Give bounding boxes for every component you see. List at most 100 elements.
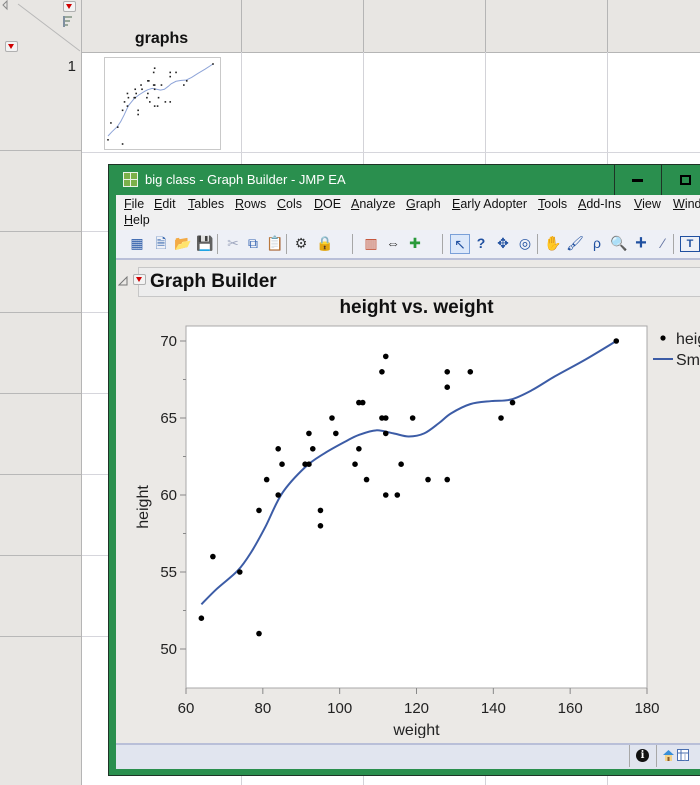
data-point[interactable] (363, 476, 370, 483)
minimize-button[interactable] (614, 165, 661, 195)
grid-line (363, 0, 364, 52)
data-filter-icon[interactable]: ⚙ (292, 234, 310, 252)
legend-label-smoother: Smoother (676, 352, 700, 369)
menu-edit[interactable]: Edit (154, 197, 176, 211)
data-point[interactable] (306, 430, 312, 437)
data-point[interactable] (398, 461, 404, 467)
cut-icon[interactable]: ✂ (224, 234, 242, 252)
data-table-icon[interactable] (677, 749, 690, 762)
data-point[interactable] (356, 446, 362, 452)
data-point[interactable] (467, 369, 474, 375)
crosshair-icon[interactable]: + (632, 233, 650, 253)
data-point[interactable] (379, 369, 385, 375)
magnifier-icon[interactable]: 🔍 (610, 234, 628, 252)
menu-file[interactable]: File (124, 197, 144, 211)
menu-tools[interactable]: Tools (538, 197, 567, 211)
data-point[interactable] (256, 630, 262, 637)
data-point[interactable] (409, 415, 416, 421)
column-switch-icon[interactable]: ⇔ (384, 234, 402, 252)
graph-builder-red-triangle[interactable] (133, 274, 146, 285)
grid-line (0, 555, 81, 556)
data-point[interactable] (382, 353, 389, 360)
home-icon[interactable] (662, 749, 675, 762)
menu-early-adopter[interactable]: Early Adopter (452, 197, 527, 211)
lock-icon[interactable]: 🔒 (316, 234, 334, 252)
annotate-icon[interactable]: T (680, 236, 700, 252)
arrow-tool-icon[interactable]: ↖ (450, 234, 470, 254)
data-point[interactable] (275, 446, 281, 452)
data-point[interactable] (333, 430, 339, 437)
columns-filter-icon[interactable] (63, 16, 72, 27)
menu-cols[interactable]: Cols (277, 197, 302, 211)
data-point[interactable] (359, 399, 366, 406)
row-number[interactable]: 1 (40, 58, 76, 75)
menu-tables[interactable]: Tables (188, 197, 224, 211)
menu-add-ins[interactable]: Add-Ins (578, 197, 621, 211)
open-icon[interactable]: 📂 (174, 234, 192, 252)
maximize-icon (680, 175, 691, 185)
menu-analyze[interactable]: Analyze (351, 197, 395, 211)
thumbnail-point (183, 84, 185, 86)
graph-thumbnail[interactable] (104, 57, 221, 150)
thumbnail-point (164, 101, 167, 103)
column-header-graphs[interactable]: graphs (82, 30, 241, 48)
data-point[interactable] (444, 384, 451, 390)
outline-disclosure-icon[interactable] (117, 273, 128, 291)
data-grid-icon[interactable]: ▥ (362, 234, 380, 252)
info-icon[interactable]: i (636, 749, 649, 762)
ruler-icon[interactable]: ⁄ (654, 234, 672, 252)
menu-help[interactable]: Help (124, 213, 150, 227)
copy-icon[interactable]: ⧉ (244, 234, 262, 252)
data-point[interactable] (279, 461, 285, 467)
window-client: File Edit Tables Rows Cols DOE Analyze Graph Ear… (116, 195, 700, 769)
data-point[interactable] (256, 507, 262, 514)
menu-graph[interactable]: Graph (406, 197, 441, 211)
new-script-icon[interactable]: 🗎 (152, 234, 170, 252)
data-point[interactable] (236, 569, 243, 575)
menu-rows[interactable]: Rows (235, 197, 266, 211)
data-point[interactable] (329, 415, 335, 421)
data-point[interactable] (394, 492, 401, 498)
brush-tool-icon[interactable]: 🖌 (566, 234, 584, 252)
toolbar: ▦ 🗎 📂 💾 ✂ ⧉ 📋 ⚙ 🔒 ▥ ⇔ ✚ ↖? ✥ ◎ ✋ 🖌 ρ 🔍 + ⁄ T (116, 230, 700, 260)
data-point[interactable] (309, 446, 316, 452)
menu-doe[interactable]: DOE (314, 197, 341, 211)
thumbnail-point (137, 109, 139, 112)
data-point[interactable] (317, 523, 324, 529)
help-tool-icon[interactable]: ? (472, 234, 490, 252)
data-point[interactable] (306, 461, 312, 467)
maximize-button[interactable] (661, 165, 700, 195)
scatter-plot[interactable]: height vs. weight 50 55 60 65 70 60 80 100 120 140… (116, 298, 700, 738)
lasso-tool-icon[interactable]: ρ (588, 234, 606, 252)
hand-tool-icon[interactable]: ✋ (544, 234, 562, 252)
row-hotspot-red-triangle[interactable] (5, 41, 18, 52)
paste-icon[interactable]: 📋 (266, 234, 284, 252)
y-tick-label: 50 (160, 641, 177, 658)
new-data-table-icon[interactable]: ▦ (128, 234, 146, 252)
save-icon[interactable]: 💾 (196, 234, 214, 252)
plot-frame (185, 325, 648, 689)
title-bar[interactable]: big class - Graph Builder - JMP EA (109, 165, 700, 195)
menu-wind[interactable]: Wind (673, 197, 700, 211)
grid-line (82, 152, 700, 153)
data-point[interactable] (317, 507, 324, 514)
menu-view[interactable]: View (634, 197, 661, 211)
selection-tool-icon[interactable]: ✥ (494, 234, 512, 252)
data-point[interactable] (263, 476, 270, 483)
data-point[interactable] (444, 369, 451, 375)
data-point[interactable] (382, 492, 389, 498)
data-point[interactable] (210, 553, 216, 560)
data-point[interactable] (498, 415, 504, 421)
crosshair-target-icon[interactable]: ◎ (516, 234, 534, 252)
data-point[interactable] (382, 430, 389, 437)
data-point[interactable] (382, 415, 389, 421)
data-point[interactable] (509, 399, 516, 406)
add-graphics-icon[interactable]: ✚ (406, 234, 424, 252)
data-point[interactable] (198, 615, 205, 621)
data-point[interactable] (444, 476, 451, 483)
data-point[interactable] (352, 461, 358, 467)
data-point[interactable] (275, 492, 281, 498)
data-point[interactable] (613, 338, 620, 344)
data-point[interactable] (425, 476, 431, 483)
column-hotspot-red-triangle[interactable] (63, 1, 76, 12)
